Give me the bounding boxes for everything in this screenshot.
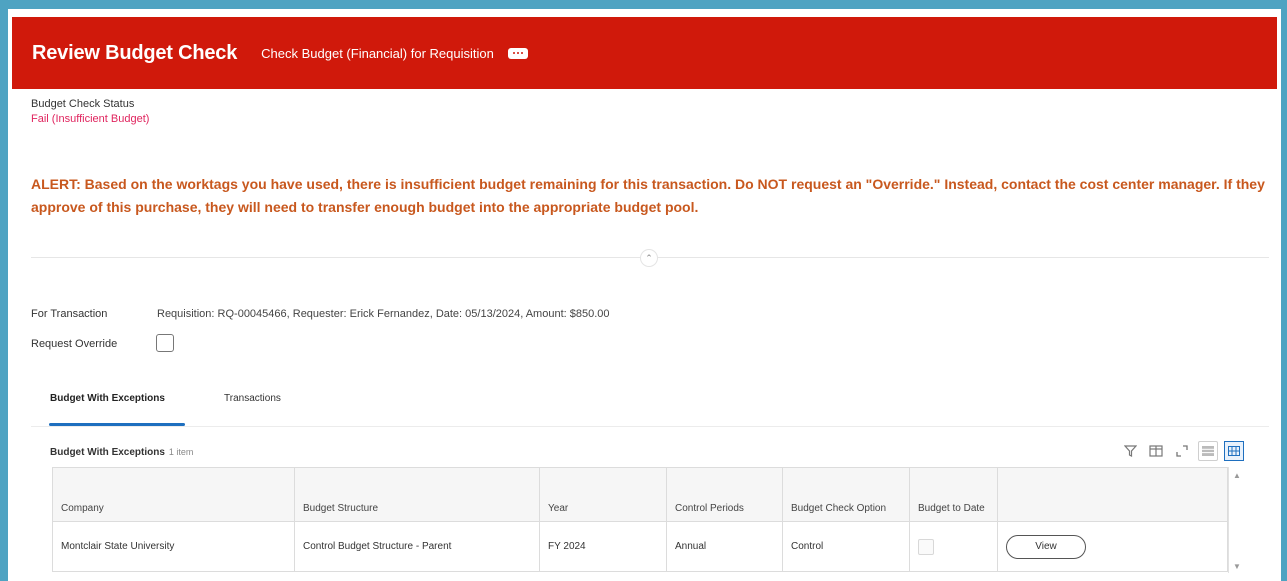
page-subtitle: Check Budget (Financial) for Requisition <box>261 45 494 61</box>
active-tab-indicator <box>49 423 185 426</box>
table-row: Montclair State University Control Budge… <box>52 521 1228 572</box>
tab-budget-with-exceptions[interactable]: Budget With Exceptions <box>50 393 165 404</box>
fullscreen-icon[interactable] <box>1172 441 1192 461</box>
cell-budget-to-date <box>909 521 998 572</box>
table-header-row: Company Budget Structure Year Control Pe… <box>52 467 1228 522</box>
cell-year: FY 2024 <box>539 521 667 572</box>
request-override-label: Request Override <box>31 338 118 350</box>
column-header-actions <box>997 467 1228 522</box>
grid-toolbar <box>1120 441 1244 461</box>
for-transaction-label: For Transaction <box>31 308 108 320</box>
app-frame: Review Budget Check Check Budget (Financ… <box>8 9 1281 581</box>
grid-title: Budget With Exceptions 1 item <box>50 447 193 458</box>
page-header: Review Budget Check Check Budget (Financ… <box>12 17 1277 89</box>
scroll-down-icon[interactable]: ▼ <box>1233 562 1241 571</box>
grid-item-count: 1 item <box>168 447 194 457</box>
tab-transactions[interactable]: Transactions <box>224 393 281 404</box>
budget-check-status-label: Budget Check Status <box>31 98 135 110</box>
column-header-budget-structure[interactable]: Budget Structure <box>294 467 540 522</box>
tab-bar: Budget With Exceptions Transactions <box>31 389 1269 427</box>
budget-check-status-value: Fail (Insufficient Budget) <box>31 113 150 125</box>
column-header-company[interactable]: Company <box>52 467 295 522</box>
scroll-up-icon[interactable]: ▲ <box>1233 471 1241 480</box>
page-title: Review Budget Check <box>32 41 238 64</box>
filter-icon[interactable] <box>1120 441 1140 461</box>
budget-exceptions-table: Company Budget Structure Year Control Pe… <box>52 467 1228 572</box>
cell-control-periods: Annual <box>666 521 783 572</box>
column-header-control-periods[interactable]: Control Periods <box>666 467 783 522</box>
request-override-checkbox[interactable] <box>156 334 174 352</box>
more-horizontal-icon[interactable] <box>507 47 528 59</box>
view-button[interactable]: View <box>1006 534 1086 559</box>
table-scrollbar[interactable]: ▲ ▼ <box>1228 467 1246 573</box>
grid-view-icon[interactable] <box>1224 441 1244 461</box>
for-transaction-value: Requisition: RQ-00045466, Requester: Eri… <box>157 308 610 320</box>
columns-icon[interactable] <box>1146 441 1166 461</box>
chevron-up-icon[interactable]: ⌃ <box>640 249 658 267</box>
cell-budget-structure: Control Budget Structure - Parent <box>294 521 540 572</box>
cell-budget-check-option: Control <box>782 521 910 572</box>
column-header-budget-check-option[interactable]: Budget Check Option <box>782 467 910 522</box>
alert-message: ALERT: Based on the worktags you have us… <box>31 176 1265 215</box>
cell-actions: View <box>997 521 1228 572</box>
list-view-icon[interactable] <box>1198 441 1218 461</box>
cell-company: Montclair State University <box>52 521 295 572</box>
column-header-budget-to-date[interactable]: Budget to Date <box>909 467 998 522</box>
grid-title-text: Budget With Exceptions <box>50 447 165 458</box>
budget-to-date-checkbox <box>918 538 934 555</box>
column-header-year[interactable]: Year <box>539 467 667 522</box>
